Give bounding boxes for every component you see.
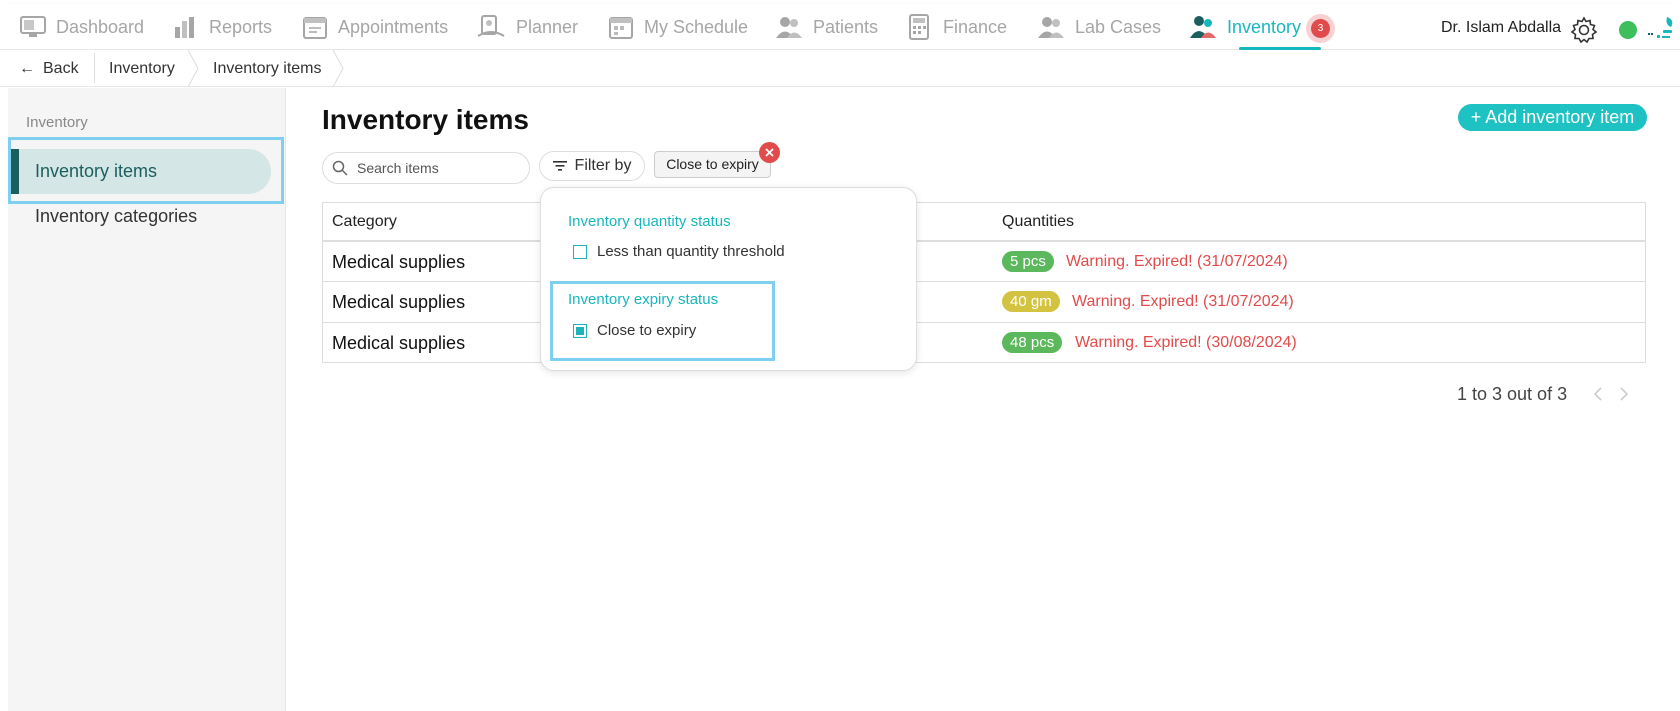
filter-button[interactable]: Filter by — [539, 151, 645, 181]
nav-patients[interactable]: Patients — [775, 4, 878, 50]
planner-icon — [477, 15, 505, 37]
nav-dashboard-label: Dashboard — [56, 16, 145, 37]
expiry-warning: Warning. Expired! (31/07/2024) — [1072, 293, 1294, 310]
bar-chart-icon — [175, 17, 194, 38]
back-button[interactable]: ← Back — [19, 60, 79, 78]
nav-appointments[interactable]: Appointments — [302, 4, 448, 50]
sidebar: Inventory Inventory items Inventory cate… — [8, 88, 286, 711]
table-row[interactable]: Medical supplies 5 pcs Warning. Expired!… — [323, 240, 1645, 281]
chevron-right-icon[interactable] — [1618, 386, 1630, 402]
breadcrumb-item-inventory[interactable]: Inventory — [109, 60, 175, 78]
nav-finance-label: Finance — [943, 16, 1008, 37]
search-box[interactable] — [322, 152, 530, 184]
checkbox-less-than-threshold[interactable] — [573, 244, 587, 259]
close-icon — [765, 148, 774, 157]
monitor-icon — [20, 16, 46, 37]
user-name[interactable]: Dr. Islam Abdalla — [1441, 19, 1561, 37]
schedule-icon — [609, 17, 633, 39]
column-header-category[interactable]: Category — [332, 213, 397, 231]
expiry-warning: Warning. Expired! (31/07/2024) — [1066, 253, 1288, 270]
pagination-summary: 1 to 3 out of 3 — [1457, 384, 1568, 404]
arrow-left-icon: ← — [19, 60, 35, 77]
quantity-status-heading: Inventory quantity status — [568, 213, 731, 230]
nav-planner-label: Planner — [516, 16, 579, 37]
cell-category: Medical supplies — [332, 252, 466, 272]
nav-appointments-label: Appointments — [338, 16, 449, 37]
breadcrumb-chevron-icon — [332, 50, 344, 87]
nav-dashboard[interactable]: Dashboard — [20, 4, 144, 50]
inventory-table: Category Quantities Medical supplies 5 p… — [322, 202, 1646, 363]
table-row[interactable]: Medical supplies 48 pcs Warning. Expired… — [323, 322, 1645, 363]
nav-reports[interactable]: Reports — [173, 4, 272, 50]
option-label: Close to expiry — [597, 322, 697, 339]
option-close-to-expiry[interactable]: Close to expiry — [573, 322, 696, 339]
chevron-left-icon[interactable] — [1592, 386, 1604, 402]
lab-icon — [1038, 17, 1064, 38]
gear-icon[interactable] — [1570, 16, 1598, 44]
quantity-badge: 48 pcs — [1002, 332, 1063, 353]
nav-planner[interactable]: Planner — [476, 4, 578, 50]
breadcrumb: ← Back Inventory Inventory items — [0, 50, 1680, 87]
breadcrumb-item-current: Inventory items — [213, 60, 322, 77]
nav-lab-cases-label: Lab Cases — [1075, 16, 1162, 37]
nav-finance[interactable]: Finance — [907, 4, 1007, 50]
inventory-icon — [1190, 16, 1216, 38]
nav-inventory[interactable]: Inventory — [1189, 4, 1301, 50]
top-navigation: Dashboard Reports Appointments Planner M… — [0, 4, 1680, 50]
remove-filter-button[interactable] — [759, 142, 780, 163]
quantity-badge: 40 gm — [1002, 291, 1060, 312]
expiry-warning: Warning. Expired! (30/08/2024) — [1075, 334, 1297, 351]
nav-inventory-label: Inventory — [1227, 16, 1302, 37]
nav-lab-cases[interactable]: Lab Cases — [1037, 4, 1161, 50]
nav-reports-label: Reports — [209, 16, 273, 37]
filter-icon — [552, 161, 567, 171]
nav-my-schedule[interactable]: My Schedule — [608, 4, 748, 50]
page-title: Inventory items — [322, 104, 529, 135]
sidebar-item-inventory-items-label[interactable]: Inventory items — [35, 161, 157, 182]
quantity-badge: 5 pcs — [1002, 251, 1054, 272]
cell-category: Medical supplies — [332, 333, 466, 353]
calculator-icon — [909, 14, 929, 40]
filter-button-label: Filter by — [574, 157, 632, 174]
nav-my-schedule-label: My Schedule — [644, 16, 749, 37]
nav-patients-label: Patients — [813, 16, 879, 37]
table-row[interactable]: Medical supplies 40 gm Warning. Expired!… — [323, 281, 1645, 322]
breadcrumb-divider — [94, 53, 95, 83]
sidebar-item-inventory-categories[interactable]: Inventory categories — [35, 206, 197, 227]
option-label: Less than quantity threshold — [597, 243, 785, 260]
sidebar-heading: Inventory — [26, 114, 88, 131]
back-label: Back — [43, 60, 79, 77]
notification-badge[interactable]: 3 — [1311, 19, 1330, 38]
online-status-dot — [1619, 21, 1637, 39]
column-header-quantities[interactable]: Quantities — [1002, 213, 1074, 231]
filter-dropdown: Inventory quantity status Less than quan… — [540, 187, 917, 371]
search-icon — [332, 160, 348, 176]
add-inventory-item-button[interactable]: + Add inventory item — [1458, 104, 1647, 131]
users-icon — [776, 17, 802, 38]
active-filter-chip[interactable]: Close to expiry — [654, 151, 771, 178]
brand-logo-icon — [1648, 17, 1673, 38]
checkbox-close-to-expiry[interactable] — [573, 323, 587, 338]
expiry-status-heading: Inventory expiry status — [568, 291, 719, 308]
sidebar-active-indicator — [11, 149, 19, 194]
calendar-icon — [303, 17, 327, 39]
search-input[interactable] — [357, 160, 507, 176]
cell-category: Medical supplies — [332, 292, 466, 312]
option-less-than-threshold[interactable]: Less than quantity threshold — [573, 243, 785, 260]
breadcrumb-chevron-icon — [187, 50, 199, 87]
